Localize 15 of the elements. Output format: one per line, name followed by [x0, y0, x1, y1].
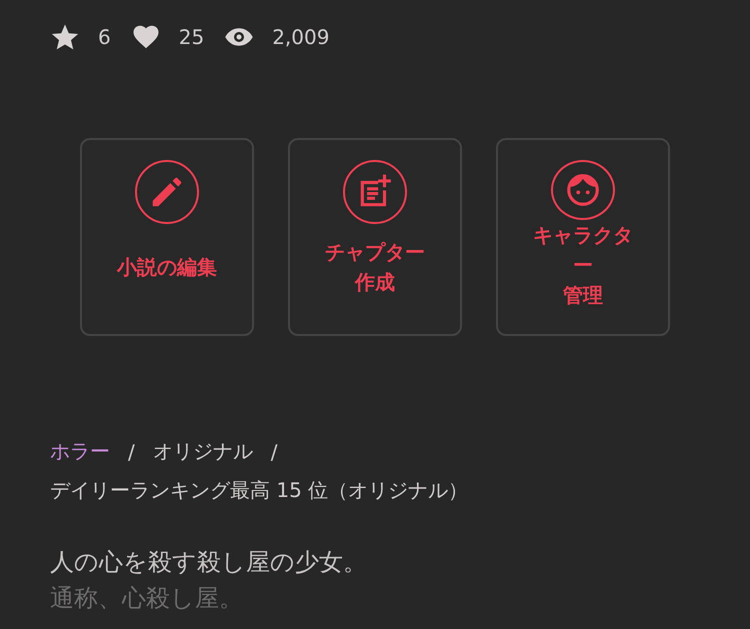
- description-text: 通称、心殺し屋。: [50, 583, 244, 614]
- star-icon: [50, 22, 80, 52]
- action-button[interactable]: チャプター 作成: [288, 138, 462, 336]
- tag-link[interactable]: オリジナル: [152, 438, 253, 465]
- separator: /: [270, 440, 278, 464]
- description-text: 人の心を殺す殺し屋の少女。: [50, 547, 368, 578]
- stat-count: 6: [98, 25, 111, 49]
- tag-link[interactable]: ホラー: [50, 438, 110, 465]
- separator: /: [128, 440, 135, 464]
- action-button[interactable]: キャラクタ ー 管理: [496, 138, 670, 336]
- face-icon: [564, 171, 602, 209]
- action-button[interactable]: 小説の編集: [80, 138, 254, 336]
- stat-count: 25: [178, 25, 204, 49]
- stat-count: 2,009: [272, 25, 330, 49]
- ranking-text: デイリーランキング最高 15 位（オリジナル）: [50, 477, 470, 504]
